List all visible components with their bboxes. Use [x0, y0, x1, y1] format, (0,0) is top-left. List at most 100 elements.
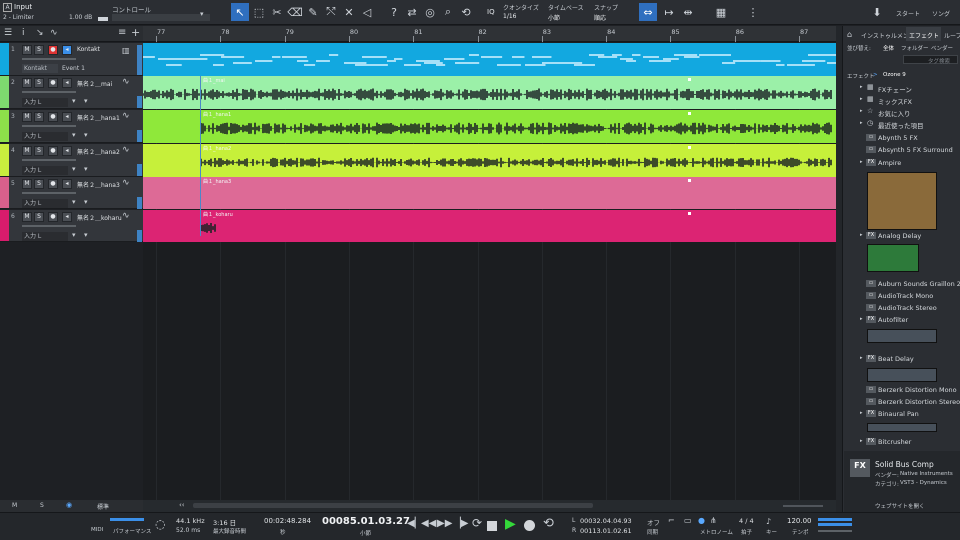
global-mute-button[interactable]: M	[12, 502, 17, 509]
expand-arrow-icon[interactable]: ▸	[860, 438, 863, 444]
monitor-button[interactable]: ◂	[62, 212, 72, 222]
volume-slider[interactable]	[22, 192, 76, 194]
mute-button[interactable]: M	[22, 112, 32, 122]
song-page-button[interactable]: ソング	[932, 9, 950, 18]
time-signature[interactable]: 4 / 4	[739, 517, 754, 525]
track-lane[interactable]: 曲１_hana2	[143, 144, 836, 177]
input-selector[interactable]: 入力 L	[22, 132, 68, 141]
scroll-left-icon[interactable]: ‹‹	[179, 501, 185, 509]
expand-arrow-icon[interactable]: ▸	[860, 232, 863, 238]
browser-plugin-item[interactable]: Auburn Sounds Graillon 2-Fr	[878, 280, 960, 288]
master-volume-slider[interactable]	[818, 530, 852, 532]
browser-plugin-item[interactable]: Beat Delay	[878, 355, 914, 363]
search-icon[interactable]: ⌕	[439, 3, 457, 21]
track-name[interactable]: 無名２＿hana1	[77, 113, 120, 122]
volume-slider[interactable]	[22, 91, 76, 93]
volume-slider[interactable]	[22, 58, 76, 60]
sort-vendor[interactable]: ベンダー	[931, 44, 953, 52]
expand-arrow-icon[interactable]: ▸	[860, 108, 863, 114]
plugin-preset-thumbnail[interactable]	[867, 423, 937, 432]
stop-button[interactable]	[487, 521, 497, 531]
solo-button[interactable]: S	[34, 179, 44, 189]
automation-icon[interactable]: ∿	[50, 28, 58, 38]
track-color-strip[interactable]	[0, 76, 9, 108]
sort-folder[interactable]: フォルダー	[901, 44, 929, 52]
monitor-button[interactable]: ◂	[62, 179, 72, 189]
scroll-thumb[interactable]	[193, 503, 593, 508]
input-dropdown-icon[interactable]: ▾	[72, 165, 76, 173]
split-tool-button[interactable]: ✂	[268, 3, 286, 21]
timeline-ruler[interactable]: 77 78 79 80 81 82 83 84 85 86 87	[143, 26, 836, 42]
track-lane[interactable]: 曲１_mai	[143, 76, 836, 109]
browser-plugin-item[interactable]: Berzerk Distortion Mono	[878, 386, 957, 394]
global-solo-button[interactable]: S	[40, 502, 44, 509]
plugin-preset-thumbnail[interactable]	[867, 172, 937, 230]
download-icon[interactable]: ⬇	[868, 3, 886, 21]
output-dropdown-icon[interactable]: ▾	[84, 231, 88, 239]
loop-start[interactable]: 00032.04.04.93	[580, 517, 632, 525]
iq-label[interactable]: IQ	[487, 8, 495, 16]
listen-tool-button[interactable]: ◁	[358, 3, 376, 21]
quantize-value[interactable]: 1/16	[503, 13, 516, 20]
track-list-menu-icon[interactable]: ☰	[4, 28, 12, 38]
expand-arrow-icon[interactable]: ▸	[860, 355, 863, 361]
rewind-button[interactable]: ◀◀	[421, 518, 436, 529]
browser-plugin-item[interactable]: Autofilter	[878, 316, 908, 324]
control-field[interactable]	[112, 14, 210, 21]
tap-icon[interactable]: ▭	[684, 516, 692, 525]
breadcrumb-effects[interactable]: エフェクト	[847, 72, 875, 80]
sort-all[interactable]: 全体	[883, 44, 894, 52]
track-name[interactable]: 無名２＿hana2	[77, 147, 120, 156]
home-icon[interactable]: ⌂	[847, 30, 852, 39]
mute-button[interactable]: M	[22, 146, 32, 156]
mute-button[interactable]: M	[22, 179, 32, 189]
monitor-button[interactable]: ◂	[62, 112, 72, 122]
open-website-link[interactable]: ウェブサイトを開く	[875, 502, 925, 510]
precount-icon[interactable]: ⌐	[668, 516, 675, 525]
monitor-icon[interactable]: ◉	[66, 501, 72, 509]
solo-button[interactable]: S	[34, 78, 44, 88]
track-name[interactable]: 無名２＿koharu	[77, 213, 122, 222]
record-arm-button[interactable]: ●	[48, 212, 58, 222]
gain-slider[interactable]	[98, 17, 108, 21]
monitor-button[interactable]: ◂	[62, 45, 72, 55]
autoscroll-button[interactable]: ↦	[660, 3, 678, 21]
breadcrumb-ozone[interactable]: Ozone 9	[883, 72, 906, 78]
track-name[interactable]: 無名２＿hana3	[77, 180, 120, 189]
mute-button[interactable]: M	[22, 212, 32, 222]
key-icon[interactable]: ♪	[766, 517, 771, 526]
track-lane[interactable]: 曲１_hana3	[143, 177, 836, 209]
expand-arrow-icon[interactable]: ▸	[860, 316, 863, 322]
solo-button[interactable]: S	[34, 146, 44, 156]
plugin-preset-thumbnail[interactable]	[867, 329, 937, 343]
snap-value[interactable]: 順応	[594, 13, 606, 22]
expand-arrow-icon[interactable]: ▸	[860, 159, 863, 165]
record-arm-button[interactable]: ●	[48, 146, 58, 156]
bend-tool-button[interactable]: ⤲	[322, 3, 340, 21]
track-lane[interactable]: 曲１_koharu	[143, 210, 836, 242]
monitor-button[interactable]: ◂	[62, 78, 72, 88]
track-name[interactable]: 無名２＿mai	[77, 79, 112, 88]
record-arm-button[interactable]: ●	[48, 45, 58, 55]
inspector-icon[interactable]: i	[22, 28, 25, 38]
record-arm-button[interactable]: ●	[48, 78, 58, 88]
loop-button[interactable]: ⟲	[543, 516, 554, 531]
expand-arrow-icon[interactable]: ▸	[860, 84, 863, 90]
pencil-tool-button[interactable]: ✎	[304, 3, 322, 21]
volume-slider[interactable]	[22, 125, 76, 127]
snap-toggle-button[interactable]: ⇔	[639, 3, 657, 21]
input-dropdown-icon[interactable]: ▾	[72, 97, 76, 105]
solo-button[interactable]: S	[34, 45, 44, 55]
loop-toggle-icon[interactable]: ⟳	[472, 516, 482, 530]
clip-gain-handle[interactable]	[688, 78, 691, 81]
metronome-icon[interactable]: ●	[698, 516, 705, 525]
tempo-value[interactable]: 120.00	[787, 517, 812, 525]
track-list-icon[interactable]: ≡	[118, 27, 126, 38]
grid-button[interactable]: ▦	[712, 3, 730, 21]
zoom-slider[interactable]	[783, 505, 823, 507]
track-lane[interactable]: 曲１_hana1	[143, 110, 836, 143]
input-selector[interactable]: 入力 L	[22, 166, 68, 175]
insert-name[interactable]: 2 - Limiter	[3, 14, 34, 21]
track-color-strip[interactable]	[0, 43, 9, 75]
track-name[interactable]: Kontakt	[77, 46, 100, 53]
